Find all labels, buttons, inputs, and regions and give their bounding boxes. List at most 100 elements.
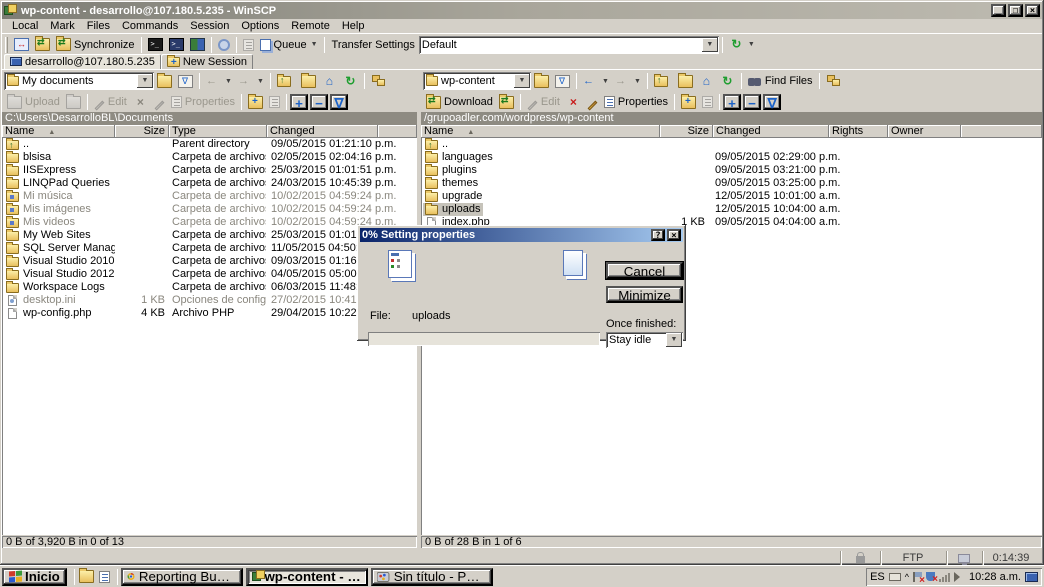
open-terminal-button[interactable] [145,35,166,55]
local-parent-directory-button[interactable] [274,72,298,90]
queue-dropdown-arrow[interactable]: ▼ [311,41,318,48]
file-row[interactable]: Mis imágenesCarpeta de archivos10/02/201… [2,203,417,216]
transfer-settings-combo[interactable]: Default ▼ [419,36,719,54]
remote-new-folder-button[interactable] [678,93,699,111]
refresh-dropdown-arrow[interactable]: ▼ [748,41,755,48]
transfer-settings-dropdown-arrow[interactable]: ▼ [702,38,718,52]
remote-filter-toggle-button[interactable]: ∇ [763,94,781,110]
download-and-delete-button[interactable] [496,93,517,111]
signal-strength-icon[interactable] [939,572,950,582]
local-drive-combo[interactable]: My documents ▼ [4,72,154,90]
refresh-remote-button[interactable]: ↻▼ [726,35,758,55]
file-row[interactable]: ..Parent directory09/05/2015 01:21:10 p.… [2,138,417,151]
taskbar-button-chrome[interactable]: Reporting Bug or Asking ... [121,568,243,586]
file-row[interactable]: uploads12/05/2015 10:04:00 a.m. [421,203,1042,216]
remote-desktop-tray-icon[interactable] [1025,572,1038,582]
local-root-directory-button[interactable] [298,72,319,90]
cancel-button[interactable]: Cancel [606,262,683,279]
remote-rename-button[interactable] [584,93,601,111]
synchronize-browsing-button[interactable] [32,35,53,55]
remote-delete-button[interactable]: × [563,93,584,111]
column-name[interactable]: Name▲ [2,125,115,138]
remote-column-owner[interactable]: Owner [888,125,961,138]
queue-button[interactable]: Queue▼ [257,35,321,55]
once-finished-dropdown-arrow[interactable]: ▼ [666,333,682,347]
remote-column-changed[interactable]: Changed [713,125,829,138]
column-type[interactable]: Type [169,125,267,138]
menu-remote[interactable]: Remote [285,19,336,33]
local-open-directory-button[interactable] [154,72,175,90]
local-unselect-button[interactable]: − [310,94,328,110]
remote-parent-directory-button[interactable] [651,72,675,90]
console-button[interactable] [166,35,187,55]
swap-panels-button[interactable] [187,35,208,55]
file-row[interactable]: LINQPad QueriesCarpeta de archivos24/03/… [2,177,417,190]
network-error-icon[interactable] [926,572,935,581]
local-rename-button[interactable] [151,93,168,111]
menu-commands[interactable]: Commands [116,19,184,33]
file-row[interactable]: wp-config.php4 KBArchivo PHP29/04/2015 1… [2,307,417,320]
remote-new-file-button[interactable] [699,93,716,111]
minimize-dialog-button[interactable]: Minimize [606,286,683,303]
local-tree-button[interactable] [368,72,388,90]
tab-new-session[interactable]: New Session [161,54,253,69]
local-filter-button[interactable] [175,72,196,90]
taskbar-button-winscp[interactable]: wp-content - desarrol... [246,568,368,586]
menu-help[interactable]: Help [336,19,371,33]
local-refresh-button[interactable]: ↻ [340,72,361,90]
file-row[interactable]: plugins09/05/2015 03:21:00 p.m. [421,164,1042,177]
synchronize-button[interactable]: Synchronize [53,35,138,55]
file-row[interactable]: Visual Studio 2012Carpeta de archivos04/… [2,268,417,281]
remote-properties-button[interactable]: Properties [601,93,671,111]
file-row[interactable]: desktop.ini1 KBOpciones de config...27/0… [2,294,417,307]
tab-session-active[interactable]: desarrollo@107.180.5.235 [4,54,161,69]
upload-and-delete-button[interactable] [63,93,84,111]
close-button[interactable]: × [1025,4,1040,17]
menu-session[interactable]: Session [184,19,235,33]
dialog-close-button[interactable]: × [667,229,681,241]
file-row[interactable]: IISExpressCarpeta de archivos25/03/2015 … [2,164,417,177]
local-delete-button[interactable]: × [130,93,151,111]
file-row[interactable]: SQL Server Manageme...Carpeta de archivo… [2,242,417,255]
column-size[interactable]: Size [115,125,169,138]
menu-options[interactable]: Options [235,19,285,33]
file-row[interactable]: upgrade12/05/2015 10:01:00 a.m. [421,190,1042,203]
menu-local[interactable]: Local [6,19,44,33]
local-home-button[interactable]: ⌂ [319,72,340,90]
start-button[interactable]: Inicio [2,568,67,586]
file-row[interactable]: Workspace LogsCarpeta de archivos06/03/2… [2,281,417,294]
menu-mark[interactable]: Mark [44,19,80,33]
remote-tree-button[interactable] [823,72,843,90]
volume-icon[interactable] [954,572,965,582]
hide-icons-chevron[interactable]: ^ [905,572,909,582]
file-row[interactable]: themes09/05/2015 03:25:00 p.m. [421,177,1042,190]
compare-directories-button[interactable] [11,35,32,55]
column-changed[interactable]: Changed [267,125,378,138]
language-indicator[interactable]: ES [870,571,885,583]
local-select-button[interactable]: + [290,94,308,110]
local-new-file-button[interactable] [266,93,283,111]
file-row[interactable]: Mi músicaCarpeta de archivos10/02/2015 0… [2,190,417,203]
remote-select-button[interactable]: + [723,94,741,110]
file-row[interactable]: .. [421,138,1042,151]
remote-root-directory-button[interactable] [675,72,696,90]
remote-drive-combo[interactable]: wp-content ▼ [423,72,531,90]
local-forward-button[interactable]: →▼ [235,72,267,90]
remote-column-size[interactable]: Size [660,125,713,138]
file-row[interactable]: languages09/05/2015 02:29:00 p.m. [421,151,1042,164]
quicklaunch-explorer-button[interactable] [78,568,96,586]
remote-drive-dropdown-arrow[interactable]: ▼ [514,74,530,88]
file-row[interactable]: blsisaCarpeta de archivos02/05/2015 02:0… [2,151,417,164]
remote-forward-button[interactable]: →▼ [612,72,644,90]
local-edit-button[interactable]: Edit [91,93,130,111]
remote-refresh-button[interactable]: ↻ [717,72,738,90]
remote-column-rights[interactable]: Rights [829,125,888,138]
local-filter-toggle-button[interactable]: ∇ [330,94,348,110]
quicklaunch-notepad-button[interactable] [96,568,114,586]
file-row[interactable]: Visual Studio 2010Carpeta de archivos09/… [2,255,417,268]
remote-back-button[interactable]: ←▼ [580,72,612,90]
file-row[interactable]: My Web SitesCarpeta de archivos25/03/201… [2,229,417,242]
local-back-button[interactable]: ←▼ [203,72,235,90]
taskbar-button-paint[interactable]: Sin título - Paint [371,568,493,586]
find-files-button[interactable]: Find Files [745,72,816,90]
